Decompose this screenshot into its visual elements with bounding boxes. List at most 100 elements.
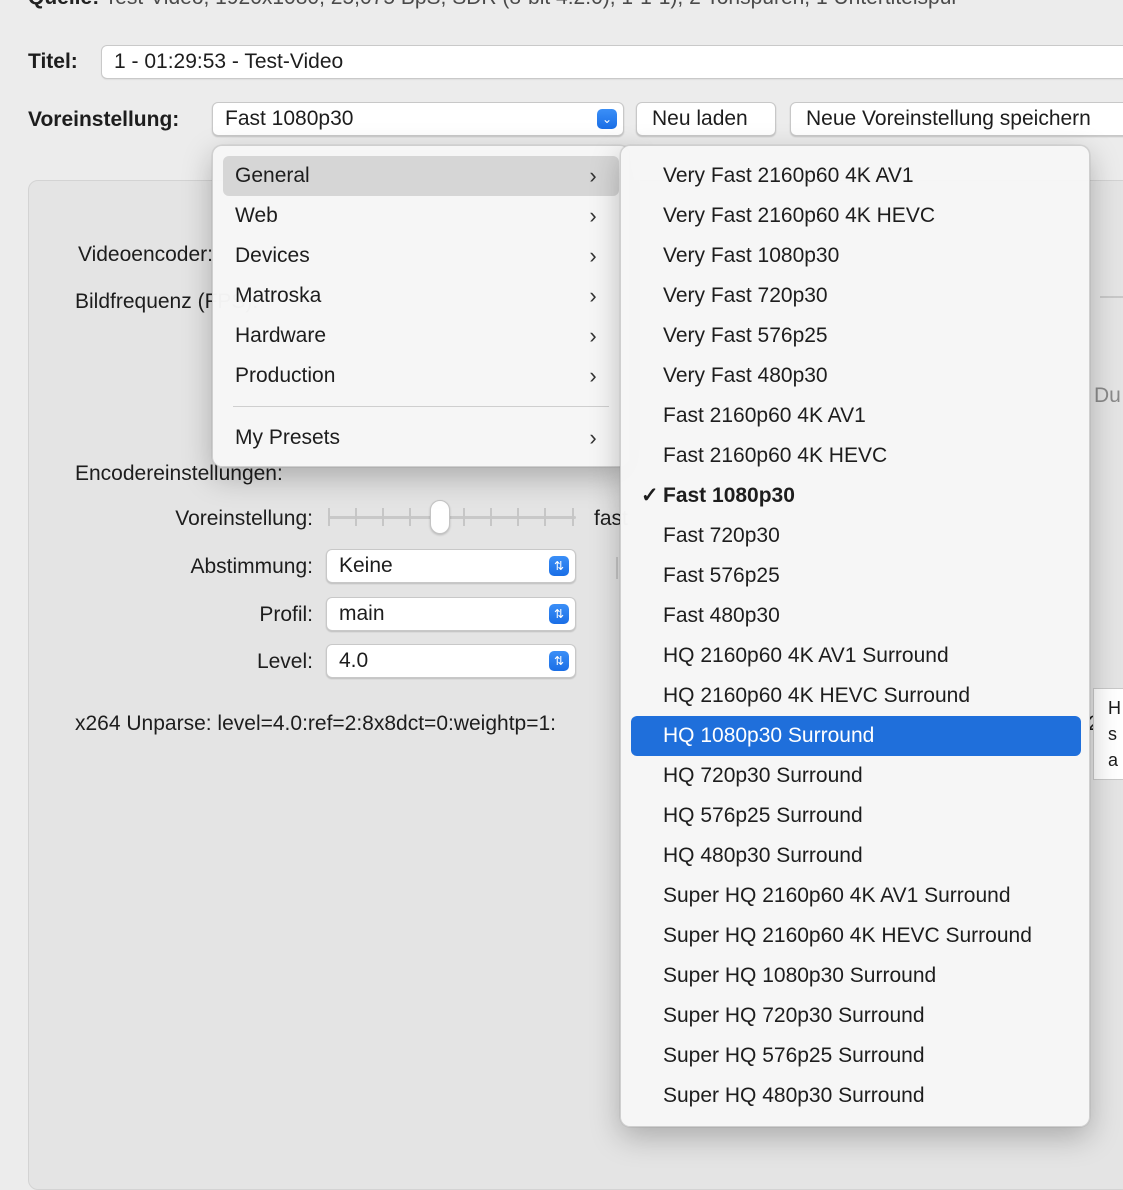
save-preset-button[interactable]: Neue Voreinstellung speichern bbox=[790, 102, 1123, 136]
menu-item-label: Production bbox=[235, 364, 336, 387]
preset-menu-item-label: HQ 1080p30 Surround bbox=[663, 724, 875, 747]
checkmark-icon: ✓ bbox=[641, 484, 659, 507]
preset-popup[interactable]: Fast 1080p30 ⌄ bbox=[212, 102, 624, 136]
tune-popup-value: Keine bbox=[339, 554, 393, 577]
tooltip-line: H bbox=[1108, 698, 1121, 718]
slider-tick bbox=[382, 508, 384, 526]
right-partial-label: Du bbox=[1094, 384, 1121, 407]
preset-menu-item-label: Very Fast 1080p30 bbox=[663, 244, 840, 267]
chevron-right-icon: › bbox=[589, 203, 597, 228]
video-encoder-label: Videoencoder: bbox=[77, 243, 213, 266]
menu-item-web[interactable]: Web › bbox=[223, 196, 619, 236]
preset-menu-item-label: Fast 1080p30 bbox=[663, 484, 795, 507]
preset-menu-item[interactable]: HQ 2160p60 4K HEVC Surround bbox=[631, 676, 1081, 716]
preset-menu-item-label: Very Fast 2160p60 4K AV1 bbox=[663, 164, 914, 187]
menu-item-general[interactable]: General › bbox=[223, 156, 619, 196]
tooltip: H s a bbox=[1093, 688, 1123, 780]
preset-menu-item-label: HQ 2160p60 4K AV1 Surround bbox=[663, 644, 949, 667]
preset-menu-item-label: Super HQ 1080p30 Surround bbox=[663, 964, 937, 987]
preset-menu-item[interactable]: Super HQ 2160p60 4K AV1 Surround bbox=[631, 876, 1081, 916]
updown-icon: ⇅ bbox=[549, 651, 569, 671]
slider-tick bbox=[544, 508, 546, 526]
menu-separator bbox=[233, 406, 609, 407]
preset-menu-item[interactable]: Super HQ 576p25 Surround bbox=[631, 1036, 1081, 1076]
preset-menu-item-label: Super HQ 480p30 Surround bbox=[663, 1084, 925, 1107]
preset-menu-item[interactable]: Fast 720p30 bbox=[631, 516, 1081, 556]
preset-menu-item[interactable]: HQ 2160p60 4K AV1 Surround bbox=[631, 636, 1081, 676]
tooltip-line: a bbox=[1108, 750, 1119, 770]
menu-item-label: General bbox=[235, 164, 310, 187]
preset-menu-item[interactable]: Fast 2160p60 4K AV1 bbox=[631, 396, 1081, 436]
chevron-right-icon: › bbox=[589, 163, 597, 188]
preset-menu-item[interactable]: Very Fast 480p30 bbox=[631, 356, 1081, 396]
preset-menu-item-label: HQ 720p30 Surround bbox=[663, 764, 863, 787]
chevron-right-icon: › bbox=[589, 363, 597, 388]
level-label: Level: bbox=[256, 650, 313, 673]
preset-menu-item[interactable]: Very Fast 2160p60 4K HEVC bbox=[631, 196, 1081, 236]
preset-menu-item[interactable]: Super HQ 2160p60 4K HEVC Surround bbox=[631, 916, 1081, 956]
preset-menu-item[interactable]: Fast 2160p60 4K HEVC bbox=[631, 436, 1081, 476]
slider-tick bbox=[355, 508, 357, 526]
category-menu: General › Web › Devices › Matroska › Har… bbox=[212, 145, 630, 467]
preset-menu-item-label: Fast 2160p60 4K HEVC bbox=[663, 444, 888, 467]
menu-item-label: Web bbox=[235, 204, 278, 227]
menu-item-label: My Presets bbox=[235, 426, 341, 449]
preset-menu-item-label: Super HQ 2160p60 4K AV1 Surround bbox=[663, 884, 1011, 907]
preset-menu-item[interactable]: Very Fast 1080p30 bbox=[631, 236, 1081, 276]
x264-unparse-text: x264 Unparse: level=4.0:ref=2:8x8dct=0:w… bbox=[75, 712, 556, 735]
menu-item-production[interactable]: Production › bbox=[223, 356, 619, 396]
menu-item-devices[interactable]: Devices › bbox=[223, 236, 619, 276]
profile-label: Profil: bbox=[259, 603, 313, 626]
slider-tick bbox=[463, 508, 465, 526]
preset-menu-item[interactable]: Super HQ 480p30 Surround bbox=[631, 1076, 1081, 1116]
slider-tick bbox=[328, 508, 330, 526]
preset-menu-item-label: Super HQ 720p30 Surround bbox=[663, 1004, 925, 1027]
chevron-right-icon: › bbox=[589, 243, 597, 268]
slider-tick bbox=[409, 508, 411, 526]
preset-menu-item-label: HQ 480p30 Surround bbox=[663, 844, 863, 867]
partial-divider bbox=[616, 557, 618, 579]
preset-menu-item[interactable]: HQ 720p30 Surround bbox=[631, 756, 1081, 796]
level-popup[interactable]: 4.0 ⇅ bbox=[326, 644, 576, 678]
preset-menu-item-label: Very Fast 576p25 bbox=[663, 324, 828, 347]
chevron-right-icon: › bbox=[589, 323, 597, 348]
preset-menu-item[interactable]: Fast 480p30 bbox=[631, 596, 1081, 636]
preset-menu-item-label: Fast 576p25 bbox=[663, 564, 780, 587]
preset-menu-item-label: Very Fast 720p30 bbox=[663, 284, 828, 307]
preset-menu-item[interactable]: Very Fast 720p30 bbox=[631, 276, 1081, 316]
speed-preset-slider-knob[interactable] bbox=[430, 500, 450, 534]
slider-tick bbox=[517, 508, 519, 526]
profile-popup[interactable]: main ⇅ bbox=[326, 597, 576, 631]
source-value: Test-Video, 1920x1080, 25,075 BpS, SDR (… bbox=[105, 0, 959, 9]
menu-item-hardware[interactable]: Hardware › bbox=[223, 316, 619, 356]
preset-menu-item-label: HQ 576p25 Surround bbox=[663, 804, 863, 827]
tune-popup[interactable]: Keine ⇅ bbox=[326, 549, 576, 583]
menu-item-my-presets[interactable]: My Presets › bbox=[223, 418, 619, 458]
preset-menu-item-label: Very Fast 480p30 bbox=[663, 364, 828, 387]
preset-menu-item[interactable]: HQ 576p25 Surround bbox=[631, 796, 1081, 836]
title-field[interactable]: 1 - 01:29:53 - Test-Video bbox=[101, 45, 1123, 79]
preset-menu-item[interactable]: Super HQ 720p30 Surround bbox=[631, 996, 1081, 1036]
preset-menu-item-label: Super HQ 2160p60 4K HEVC Surround bbox=[663, 924, 1032, 947]
menu-item-label: Matroska bbox=[235, 284, 322, 307]
right-slider-edge bbox=[1100, 296, 1123, 298]
preset-menu-item[interactable]: HQ 1080p30 Surround bbox=[631, 716, 1081, 756]
preset-menu-item[interactable]: Super HQ 1080p30 Surround bbox=[631, 956, 1081, 996]
preset-menu-item[interactable]: Very Fast 2160p60 4K AV1 bbox=[631, 156, 1081, 196]
menu-item-matroska[interactable]: Matroska › bbox=[223, 276, 619, 316]
menu-item-label: Hardware bbox=[235, 324, 327, 347]
preset-menu-item[interactable]: Fast 1080p30 ✓ bbox=[631, 476, 1081, 516]
level-popup-value: 4.0 bbox=[339, 649, 369, 672]
preset-menu-item[interactable]: Fast 576p25 bbox=[631, 556, 1081, 596]
preset-submenu: Very Fast 2160p60 4K AV1 Very Fast 2160p6… bbox=[620, 145, 1090, 1127]
preset-menu-item-label: Fast 480p30 bbox=[663, 604, 780, 627]
preset-menu-item[interactable]: Very Fast 576p25 bbox=[631, 316, 1081, 356]
menu-item-label: Devices bbox=[235, 244, 310, 267]
speed-preset-slider-track[interactable] bbox=[328, 516, 576, 519]
preset-menu-item-label: Super HQ 576p25 Surround bbox=[663, 1044, 925, 1067]
reload-button[interactable]: Neu laden bbox=[636, 102, 776, 136]
preset-menu-item[interactable]: HQ 480p30 Surround bbox=[631, 836, 1081, 876]
speed-preset-label: Voreinstellung: bbox=[175, 507, 313, 530]
slider-tick bbox=[572, 508, 574, 526]
source-label: Quelle: bbox=[28, 0, 99, 9]
